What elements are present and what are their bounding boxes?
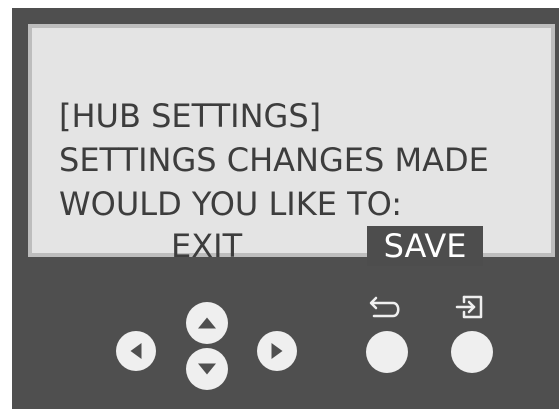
- right-arrow-icon: [271, 343, 283, 359]
- screen-title: [HUB SETTINGS]: [59, 97, 322, 135]
- enter-icon: [455, 295, 483, 319]
- hub-device: [HUB SETTINGS] SETTINGS CHANGES MADE WOU…: [0, 0, 559, 409]
- lcd-screen: [HUB SETTINGS] SETTINGS CHANGES MADE WOU…: [28, 24, 555, 266]
- left-button[interactable]: [116, 331, 156, 371]
- back-button[interactable]: [366, 331, 408, 373]
- screen-prompt: WOULD YOU LIKE TO:: [59, 185, 403, 223]
- down-button[interactable]: [186, 348, 228, 390]
- left-arrow-icon: [130, 343, 142, 359]
- enter-button[interactable]: [451, 331, 493, 373]
- back-icon: [369, 296, 400, 318]
- screen-message: SETTINGS CHANGES MADE: [59, 141, 489, 179]
- down-arrow-icon: [198, 363, 216, 375]
- save-option-selected[interactable]: SAVE: [367, 226, 483, 266]
- exit-option[interactable]: EXIT: [171, 226, 242, 266]
- up-arrow-icon: [198, 317, 216, 329]
- right-button[interactable]: [257, 331, 297, 371]
- up-button[interactable]: [186, 302, 228, 344]
